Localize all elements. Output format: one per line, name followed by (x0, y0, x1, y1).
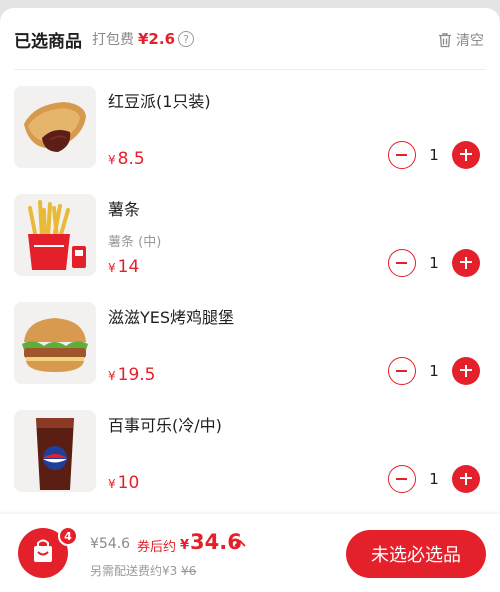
quantity-stepper: 1 (388, 357, 480, 385)
currency-symbol: ¥ (108, 153, 116, 167)
item-price: ¥19.5 (108, 365, 156, 385)
delivery-fee-note: 另需配送费约¥3 ¥6 (90, 562, 196, 579)
decrease-quantity-button[interactable] (388, 465, 416, 493)
packaging-fee-label: 打包费 (92, 32, 134, 48)
cart-item-list: 红豆派(1只装) ¥8.5 1 薯条 薯条 (中) ¥ 14 1 滋滋YES烤鸡… (0, 78, 500, 510)
item-name: 红豆派(1只装) (108, 92, 211, 111)
chevron-up-icon[interactable] (234, 538, 246, 548)
cart-item: 百事可乐(冷/中) ¥10 1 (0, 402, 500, 510)
quantity-value: 1 (429, 362, 439, 380)
quantity-stepper: 1 (388, 465, 480, 493)
checkout-bar: 4 ¥54.6 券后约 ¥34.6 另需配送费约¥3 ¥6 未选必选品 (0, 514, 500, 592)
packaging-fee-price: ¥2.6 (138, 30, 176, 48)
currency-symbol: ¥ (180, 538, 190, 553)
item-name: 薯条 (108, 200, 141, 219)
trash-icon (439, 33, 451, 48)
quantity-value: 1 (429, 470, 439, 488)
red-bean-pie-image (14, 86, 96, 168)
cart-item: 红豆派(1只装) ¥8.5 1 (0, 78, 500, 186)
item-price-value: 10 (117, 473, 140, 493)
chicken-burger-image (14, 302, 96, 384)
item-price-value: 19.5 (117, 365, 156, 385)
item-price: ¥8.5 (108, 149, 145, 169)
delivery-fee-text: 另需配送费约¥3 (90, 564, 178, 578)
after-coupon-label: 券后约 (137, 540, 177, 555)
quantity-value: 1 (429, 146, 439, 164)
quantity-value: 1 (429, 254, 439, 272)
after-coupon-total[interactable]: ¥34.6 (180, 530, 242, 554)
item-name: 滋滋YES烤鸡腿堡 (108, 308, 235, 327)
currency-symbol: ¥ (108, 369, 116, 383)
increase-quantity-button[interactable] (452, 249, 480, 277)
item-price-value: 8.5 (117, 149, 145, 169)
increase-quantity-button[interactable] (452, 465, 480, 493)
quantity-stepper: 1 (388, 249, 480, 277)
quantity-stepper: 1 (388, 141, 480, 169)
checkout-button[interactable]: 未选必选品 (346, 530, 486, 578)
currency-symbol: ¥ (108, 477, 116, 491)
pepsi-image (14, 410, 96, 492)
fries-image (14, 194, 96, 276)
delivery-fee-original: ¥6 (181, 564, 197, 578)
item-price: ¥10 (108, 473, 139, 493)
cart-sheet: 已选商品 打包费 ¥2.6 ? 清空 红豆派(1只装) ¥ 8.5 1 薯条 薯… (0, 8, 500, 592)
help-icon[interactable]: ? (178, 31, 195, 47)
cart-item: 薯条 薯条 (中) ¥14 1 (0, 186, 500, 294)
cart-title: 已选商品 (14, 31, 82, 52)
item-price: ¥14 (108, 257, 139, 277)
header-divider (14, 69, 486, 70)
item-name: 百事可乐(冷/中) (108, 416, 222, 435)
original-total: ¥54.6 (90, 536, 131, 552)
decrease-quantity-button[interactable] (388, 249, 416, 277)
cart-header: 已选商品 打包费 ¥2.6 ? 清空 (0, 8, 500, 70)
clear-cart-label: 清空 (456, 33, 484, 49)
item-spec: 薯条 (中) (108, 235, 162, 250)
item-price-value: 14 (117, 257, 140, 277)
cart-item: 滋滋YES烤鸡腿堡 ¥19.5 1 (0, 294, 500, 402)
increase-quantity-button[interactable] (452, 141, 480, 169)
increase-quantity-button[interactable] (452, 357, 480, 385)
decrease-quantity-button[interactable] (388, 141, 416, 169)
currency-symbol: ¥ (108, 261, 116, 275)
decrease-quantity-button[interactable] (388, 357, 416, 385)
cart-count-badge: 4 (58, 526, 78, 546)
clear-cart-button[interactable]: 清空 (438, 30, 484, 50)
